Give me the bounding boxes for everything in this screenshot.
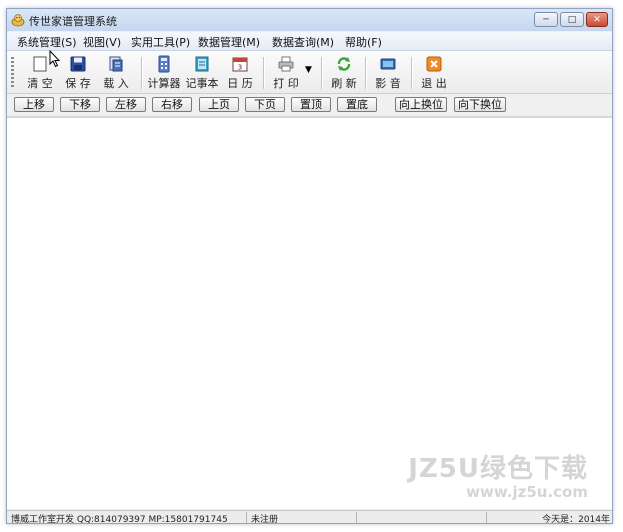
maximize-icon: □ [567, 14, 577, 25]
refresh-button[interactable]: 刷 新 [325, 53, 363, 91]
menu-tools[interactable]: 实用工具(P) [131, 34, 190, 50]
toolbar-separator [141, 57, 143, 89]
menu-data-query[interactable]: 数据查询(M) [272, 34, 334, 50]
load-file-icon [109, 56, 123, 72]
move-bottom-button[interactable]: 置底 [337, 97, 377, 112]
page-up-button[interactable]: 上页 [199, 97, 239, 112]
calendar-button[interactable]: 3 日 历 [221, 53, 259, 91]
calendar-icon: 3 [232, 57, 248, 72]
title-bar[interactable]: 传世家谱管理系统 ─ □ ✕ [7, 9, 612, 31]
clear-label: 清 空 [27, 77, 53, 90]
move-down-button[interactable]: 下移 [60, 97, 100, 112]
new-page-icon [33, 56, 47, 72]
toolbar-separator [411, 57, 413, 89]
refresh-icon [337, 57, 351, 71]
maximize-button[interactable]: □ [560, 12, 584, 27]
toolbar-separator [263, 57, 265, 89]
status-bar: 博威工作室开发 QQ:814079397 MP:15801791745 未注册 … [7, 510, 612, 524]
status-date: 今天是：2014年 [542, 515, 610, 524]
floppy-disk-icon [70, 56, 86, 72]
watermark-brand: JZ5U绿色下载 [408, 454, 588, 484]
move-left-button[interactable]: 左移 [106, 97, 146, 112]
calculator-icon [158, 55, 170, 73]
media-icon [380, 58, 396, 70]
close-button[interactable]: ✕ [586, 12, 608, 27]
minimize-icon: ─ [543, 14, 549, 25]
calculator-label: 计算器 [147, 77, 181, 90]
print-dropdown-arrow[interactable]: ▼ [305, 65, 312, 75]
status-registration: 未注册 [247, 512, 357, 523]
menu-bar: 系统管理(S) 视图(V) 实用工具(P) 数据管理(M) 数据查询(M) 帮助… [7, 32, 612, 51]
svg-text:3: 3 [238, 64, 242, 72]
mouse-cursor-icon [49, 50, 61, 68]
move-up-button[interactable]: 上移 [14, 97, 54, 112]
notepad-icon [195, 56, 209, 72]
close-icon: ✕ [593, 14, 601, 25]
notepad-label: 记事本 [185, 77, 219, 90]
chevron-down-icon: ▼ [305, 65, 312, 75]
window-controls: ─ □ ✕ [534, 12, 608, 28]
app-icon [11, 14, 25, 27]
save-button[interactable]: 保 存 [59, 53, 97, 91]
load-label: 载 入 [103, 77, 129, 90]
refresh-label: 刷 新 [331, 77, 357, 90]
watermark: JZ5U绿色下载 www.jz5u.com [408, 448, 588, 501]
toolbar-separator [321, 57, 323, 89]
watermark-url: www.jz5u.com [466, 483, 588, 501]
menu-help[interactable]: 帮助(F) [345, 34, 382, 50]
calendar-label: 日 历 [227, 77, 253, 90]
menu-data-manage[interactable]: 数据管理(M) [198, 34, 260, 50]
minimize-button[interactable]: ─ [534, 12, 558, 27]
status-empty-panel [357, 512, 487, 523]
notepad-button[interactable]: 记事本 [183, 53, 221, 91]
main-window: 传世家谱管理系统 ─ □ ✕ 系统管理(S) 视图(V) 实用工具(P) 数据管… [6, 8, 613, 524]
print-button[interactable]: 打 印 [267, 53, 305, 91]
printer-icon [278, 56, 294, 72]
page-down-button[interactable]: 下页 [245, 97, 285, 112]
toolbar-grip[interactable] [11, 57, 14, 89]
exit-icon [426, 56, 442, 72]
calculator-button[interactable]: 计算器 [145, 53, 183, 91]
family-tree-canvas[interactable]: JZ5U绿色下载 www.jz5u.com [7, 118, 612, 509]
print-label: 打 印 [273, 77, 299, 90]
menu-view[interactable]: 视图(V) [83, 34, 121, 50]
exit-label: 退 出 [421, 77, 447, 90]
media-label: 影 音 [375, 77, 401, 90]
move-right-button[interactable]: 右移 [152, 97, 192, 112]
window-title: 传世家谱管理系统 [29, 15, 117, 28]
load-button[interactable]: 载 入 [97, 53, 135, 91]
toolbar-separator [365, 57, 367, 89]
menu-system[interactable]: 系统管理(S) [17, 34, 77, 50]
move-top-button[interactable]: 置顶 [291, 97, 331, 112]
navigation-bar: 上移 下移 左移 右移 上页 下页 置顶 置底 向上换位 向下换位 [7, 94, 612, 118]
status-developer: 博威工作室开发 QQ:814079397 MP:15801791745 [7, 512, 247, 523]
swap-up-button[interactable]: 向上换位 [395, 97, 447, 112]
media-button[interactable]: 影 音 [369, 53, 407, 91]
save-label: 保 存 [65, 77, 91, 90]
swap-down-button[interactable]: 向下换位 [454, 97, 506, 112]
exit-button[interactable]: 退 出 [415, 53, 453, 91]
toolbar: 清 空 保 存 载 入 计算器 记事本 3 日 历 打 印 ▼ 刷 新 影 音 … [7, 51, 612, 94]
